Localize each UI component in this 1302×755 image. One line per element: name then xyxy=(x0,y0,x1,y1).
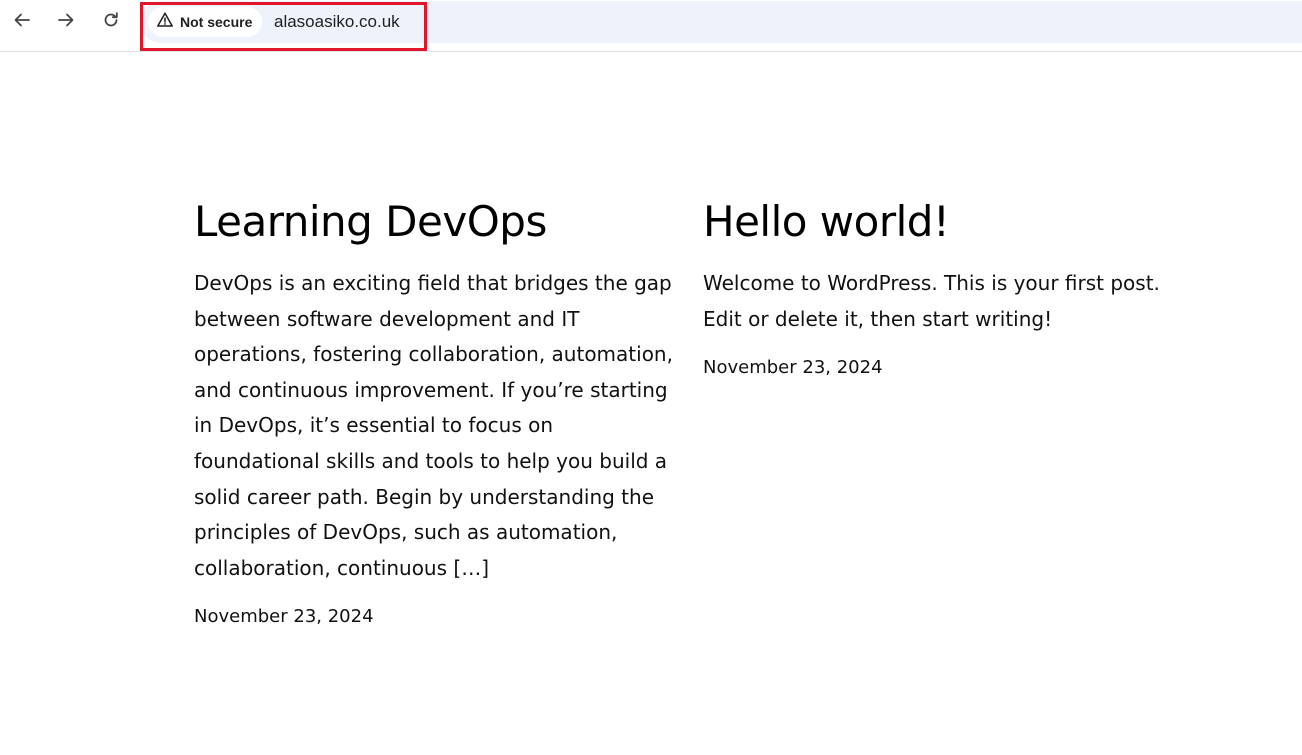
reload-button[interactable] xyxy=(97,8,125,36)
post-title-link[interactable]: Hello world! xyxy=(703,196,1173,248)
browser-toolbar: Not secure alasoasiko.co.uk xyxy=(0,0,1302,52)
post-date: November 23, 2024 xyxy=(194,606,374,628)
url-text[interactable]: alasoasiko.co.uk xyxy=(274,12,400,32)
page-content: Learning DevOps DevOps is an exciting fi… xyxy=(0,52,1302,755)
warning-triangle-icon xyxy=(156,11,174,34)
post-excerpt: Welcome to WordPress. This is your first… xyxy=(703,271,1160,331)
security-label: Not secure xyxy=(180,14,253,30)
security-indicator[interactable]: Not secure xyxy=(148,7,263,37)
back-button[interactable] xyxy=(8,8,36,36)
post-excerpt: DevOps is an exciting field that bridges… xyxy=(194,271,673,580)
arrow-right-icon xyxy=(56,10,76,35)
forward-button[interactable] xyxy=(52,8,80,36)
reload-icon xyxy=(101,10,121,35)
post-card: Learning DevOps DevOps is an exciting fi… xyxy=(194,196,679,628)
post-title-link[interactable]: Learning DevOps xyxy=(194,196,679,248)
post-card: Hello world! Welcome to WordPress. This … xyxy=(703,196,1173,379)
arrow-left-icon xyxy=(12,10,32,35)
post-date: November 23, 2024 xyxy=(703,357,883,379)
address-bar[interactable]: Not secure alasoasiko.co.uk xyxy=(140,1,1302,43)
